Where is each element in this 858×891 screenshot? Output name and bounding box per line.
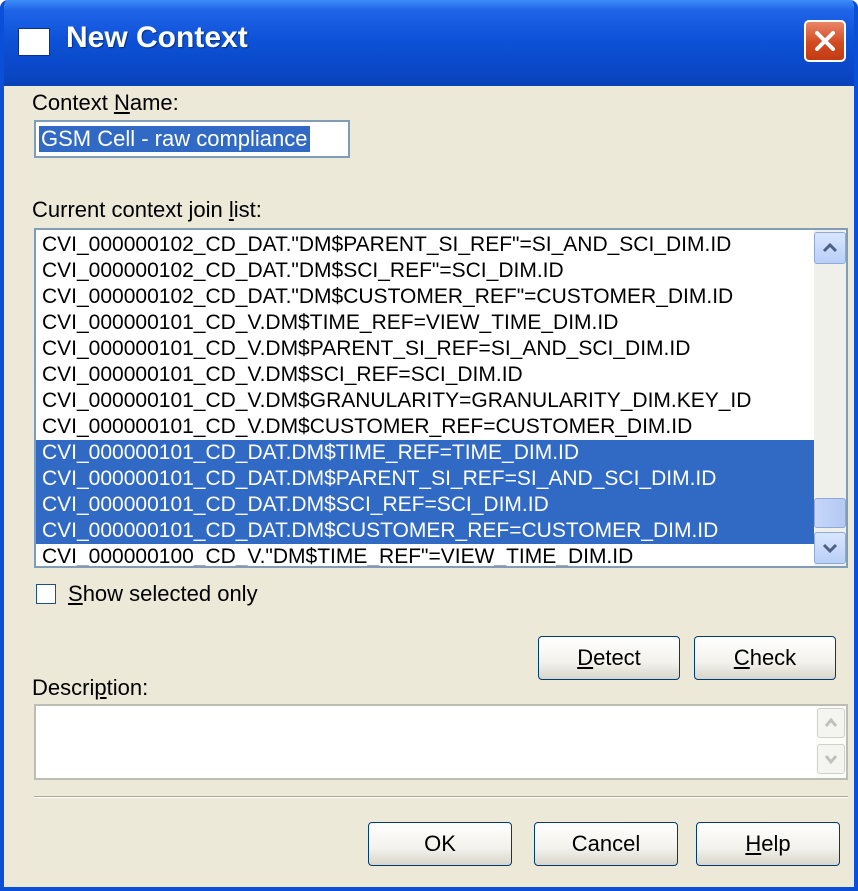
join-list-item[interactable]: CVI_000000102_CD_DAT."DM$PARENT_SI_REF"=… [36, 232, 814, 258]
close-icon [815, 31, 835, 51]
description-textarea[interactable] [34, 704, 848, 780]
join-list-item[interactable]: CVI_000000101_CD_DAT.DM$SCI_REF=SCI_DIM.… [36, 492, 814, 518]
join-list-item[interactable]: CVI_000000101_CD_V.DM$SCI_REF=SCI_DIM.ID [36, 362, 814, 388]
dialog-title: New Context [66, 21, 248, 54]
join-list-item[interactable]: CVI_000000101_CD_V.DM$TIME_REF=VIEW_TIME… [36, 310, 814, 336]
show-selected-only-label[interactable]: Show selected only [68, 581, 258, 607]
description-scroll-up [817, 708, 845, 738]
cancel-button[interactable]: Cancel [534, 822, 678, 866]
context-name-input[interactable]: GSM Cell - raw compliance [34, 120, 350, 158]
context-name-label: Context Name: [32, 90, 179, 115]
join-list-item[interactable]: CVI_000000102_CD_DAT."DM$SCI_REF"=SCI_DI… [36, 258, 814, 284]
new-context-dialog: New Context Context Name: GSM Cell - raw… [0, 0, 858, 891]
scroll-thumb[interactable] [814, 498, 846, 528]
join-list-item[interactable]: CVI_000000100_CD_V."DM$TIME_REF"=VIEW_TI… [36, 544, 814, 566]
join-list-item[interactable]: CVI_000000101_CD_DAT.DM$CUSTOMER_REF=CUS… [36, 518, 814, 544]
close-button[interactable] [804, 20, 846, 62]
join-list-label: Current context join list: [32, 197, 262, 222]
check-button[interactable]: Check [694, 636, 836, 680]
join-list-item[interactable]: CVI_000000101_CD_V.DM$PARENT_SI_REF=SI_A… [36, 336, 814, 362]
scroll-down-arrow-icon [822, 543, 838, 554]
scroll-up-button[interactable] [814, 232, 846, 264]
scroll-down-arrow-icon [824, 755, 838, 765]
scroll-up-arrow-icon [822, 242, 838, 253]
join-list-item[interactable]: CVI_000000101_CD_DAT.DM$PARENT_SI_REF=SI… [36, 466, 814, 492]
ok-button[interactable]: OK [368, 822, 512, 866]
join-listbox[interactable]: CVI_000000102_CD_DAT."DM$PARENT_SI_REF"=… [34, 228, 848, 568]
scroll-up-arrow-icon [824, 717, 838, 727]
join-list-item[interactable]: CVI_000000102_CD_DAT."DM$CUSTOMER_REF"=C… [36, 284, 814, 310]
help-button[interactable]: Help [696, 822, 840, 866]
description-scroll-down [817, 744, 845, 774]
join-list-item[interactable]: CVI_000000101_CD_DAT.DM$TIME_REF=TIME_DI… [36, 440, 814, 466]
scroll-down-button[interactable] [814, 532, 846, 564]
title-bar[interactable]: New Context [4, 0, 854, 86]
join-list-items: CVI_000000102_CD_DAT."DM$PARENT_SI_REF"=… [36, 232, 814, 566]
join-list-item[interactable]: CVI_000000101_CD_V.DM$CUSTOMER_REF=CUSTO… [36, 414, 814, 440]
context-name-value: GSM Cell - raw compliance [39, 126, 310, 152]
description-label: Description: [32, 675, 149, 700]
separator [34, 796, 848, 798]
join-list-item[interactable]: CVI_000000101_CD_V.DM$GRANULARITY=GRANUL… [36, 388, 814, 414]
description-scrollbar [816, 706, 846, 778]
window-icon [18, 28, 50, 56]
show-selected-only-checkbox[interactable] [36, 584, 56, 604]
join-list-scrollbar[interactable] [814, 230, 846, 566]
detect-button[interactable]: Detect [538, 636, 680, 680]
